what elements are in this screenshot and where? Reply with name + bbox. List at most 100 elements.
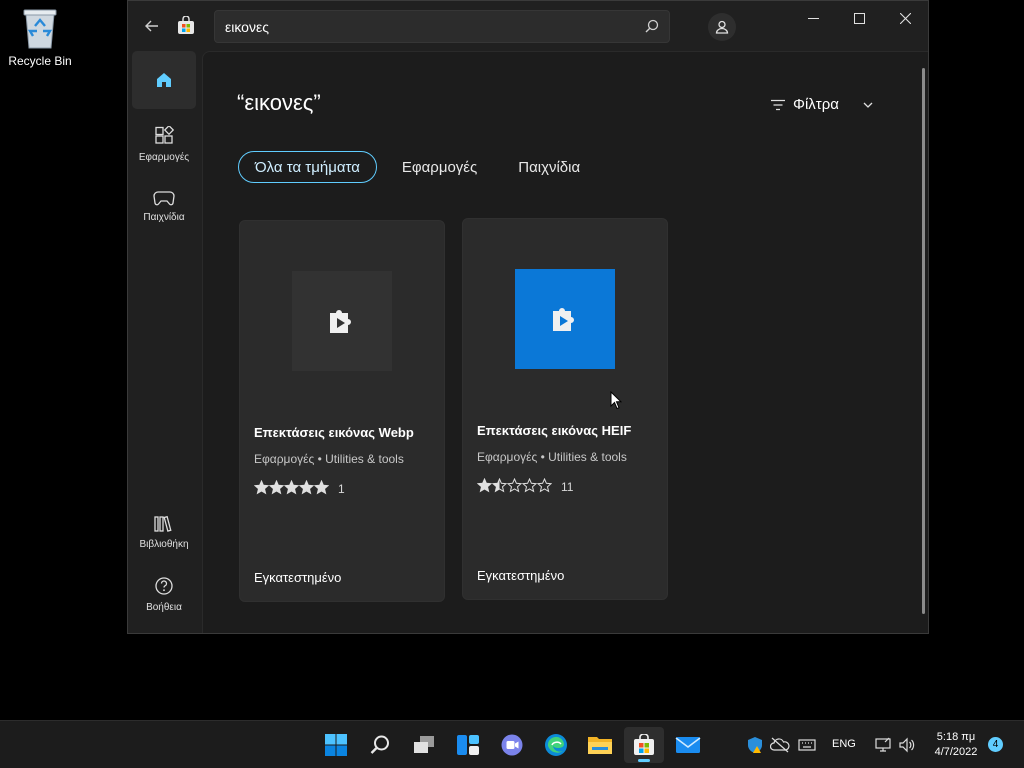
star-icon — [522, 478, 537, 493]
minimize-button[interactable] — [790, 1, 836, 35]
app-rating: 11 — [477, 478, 573, 496]
file-explorer-button[interactable] — [580, 727, 620, 763]
star-icon — [299, 480, 314, 495]
star-icon — [537, 478, 552, 493]
app-icon — [515, 269, 615, 369]
app-rating: 1 — [254, 480, 345, 498]
star-icon — [284, 480, 299, 495]
close-button[interactable] — [882, 1, 928, 35]
app-title: Επεκτάσεις εικόνας Webp — [254, 425, 414, 440]
teams-chat-button[interactable] — [492, 727, 532, 763]
star-icon — [492, 478, 507, 493]
scrollbar[interactable] — [922, 68, 925, 614]
sidebar-nav: Εφαρμογές Παιχνίδια Βιβλιοθήκη Βοήθεια — [128, 51, 200, 633]
volume-icon[interactable] — [898, 736, 916, 754]
filters-button[interactable]: Φίλτρα — [771, 96, 873, 113]
taskbar: ENG 5:18 πμ 4/7/2022 4 — [0, 720, 1024, 768]
filters-label: Φίλτρα — [793, 96, 839, 113]
task-view-icon — [414, 736, 434, 753]
app-title: Επεκτάσεις εικόνας HEIF — [477, 423, 632, 438]
user-icon — [715, 20, 729, 34]
sidebar-item-help[interactable]: Βοήθεια — [132, 565, 196, 623]
keyboard-icon[interactable] — [798, 738, 816, 752]
install-status: Εγκατεστημένο — [254, 570, 342, 585]
pill-all-departments[interactable]: Όλα τα τμήματα — [238, 151, 377, 183]
mail-icon — [675, 737, 701, 753]
edge-button[interactable] — [536, 727, 576, 763]
filter-icon — [771, 99, 785, 110]
clock-time: 5:18 πμ — [936, 731, 976, 743]
task-view-button[interactable] — [404, 727, 444, 763]
sidebar-item-label: Βιβλιοθήκη — [139, 538, 189, 550]
puzzle-video-icon — [330, 310, 351, 333]
pill-games[interactable]: Παιχνίδια — [502, 151, 596, 183]
sidebar-item-home[interactable] — [132, 51, 196, 109]
rating-stars — [477, 478, 552, 496]
widgets-icon — [457, 735, 479, 755]
store-logo-icon — [178, 16, 194, 34]
sidebar-item-label: Εφαρμογές — [138, 151, 190, 163]
app-icon — [292, 271, 392, 371]
back-button[interactable] — [140, 14, 164, 38]
app-category: Εφαρμογές • Utilities & tools — [477, 450, 627, 464]
sidebar-item-library[interactable]: Βιβλιοθήκη — [132, 503, 196, 561]
rating-stars — [254, 480, 329, 498]
rating-count: 11 — [561, 480, 574, 494]
defender-shield-icon[interactable] — [746, 736, 764, 754]
microsoft-store-window: Εφαρμογές Παιχνίδια Βιβλιοθήκη Βοήθεια “… — [127, 0, 929, 634]
sidebar-item-label: Βοήθεια — [146, 601, 182, 613]
account-button[interactable] — [708, 13, 736, 41]
app-card[interactable]: Επεκτάσεις εικόνας Webp Εφαρμογές • Util… — [239, 220, 445, 602]
sidebar-item-games[interactable]: Παιχνίδια — [132, 177, 196, 235]
teams-chat-icon — [501, 734, 523, 756]
system-clock[interactable]: 5:18 πμ 4/7/2022 — [928, 730, 984, 760]
network-icon[interactable] — [874, 736, 892, 754]
library-icon — [154, 515, 172, 532]
taskbar-search-button[interactable] — [360, 727, 400, 763]
store-taskbar-button[interactable] — [624, 727, 664, 763]
minimize-icon — [807, 17, 819, 19]
notification-badge[interactable]: 4 — [988, 737, 1003, 752]
clock-date: 4/7/2022 — [934, 746, 978, 758]
apps-icon — [155, 125, 174, 144]
star-icon — [254, 480, 269, 495]
help-icon — [155, 576, 173, 595]
search-input[interactable] — [225, 11, 635, 42]
widgets-button[interactable] — [448, 727, 488, 763]
gamepad-icon — [153, 190, 175, 205]
star-icon — [507, 478, 522, 493]
mail-button[interactable] — [668, 727, 708, 763]
home-icon — [157, 73, 171, 87]
language-indicator[interactable]: ENG — [832, 738, 856, 750]
title-bar — [128, 1, 928, 51]
file-explorer-icon — [588, 737, 612, 754]
maximize-icon — [853, 12, 865, 24]
start-button[interactable] — [316, 727, 356, 763]
star-icon — [314, 480, 329, 495]
search-icon[interactable] — [645, 19, 659, 33]
app-card[interactable]: Επεκτάσεις εικόνας HEIF Εφαρμογές • Util… — [462, 218, 668, 600]
star-icon — [269, 480, 284, 495]
sidebar-item-apps[interactable]: Εφαρμογές — [132, 115, 196, 173]
edge-icon — [545, 734, 567, 756]
install-status: Εγκατεστημένο — [477, 568, 565, 583]
onedrive-icon[interactable] — [770, 736, 790, 754]
pill-apps[interactable]: Εφαρμογές — [386, 151, 493, 183]
search-icon — [370, 735, 389, 754]
star-icon — [477, 478, 492, 493]
app-category: Εφαρμογές • Utilities & tools — [254, 452, 404, 466]
page-title: “εικονες” — [237, 90, 321, 115]
rating-count: 1 — [338, 482, 345, 496]
chevron-down-icon — [863, 102, 873, 108]
desktop: Recycle Bin εικονες Εφαρμογές Παιχνίδια … — [0, 0, 1024, 720]
sidebar-item-label: Παιχνίδια — [143, 211, 185, 223]
close-icon — [899, 12, 911, 24]
mouse-cursor-icon — [610, 391, 622, 410]
maximize-button[interactable] — [836, 1, 882, 35]
arrow-left-icon — [145, 20, 158, 32]
category-pills: Όλα τα τμήματα Εφαρμογές Παιχνίδια — [238, 151, 596, 183]
search-box — [214, 10, 670, 43]
search-results-panel: “εικονες” Φίλτρα Όλα τα τμήματα Εφαρμογέ… — [202, 51, 928, 633]
recycle-bin[interactable]: Recycle Bin — [4, 6, 76, 68]
puzzle-video-icon — [553, 308, 574, 331]
